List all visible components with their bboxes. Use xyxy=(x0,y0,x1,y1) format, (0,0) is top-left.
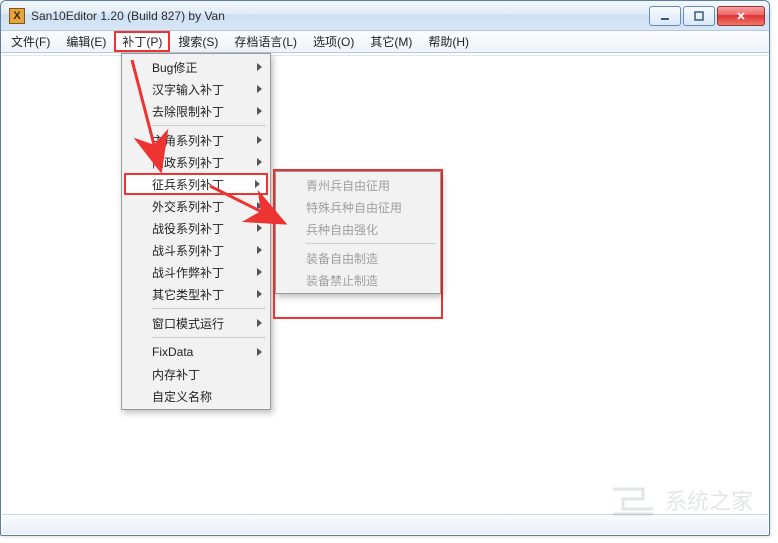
menu-patch[interactable]: 补丁(P) xyxy=(114,31,170,52)
submenu-item: 特殊兵种自由征用 xyxy=(278,196,438,218)
menu-separator xyxy=(306,243,436,244)
menubar: 文件(F) 编辑(E) 补丁(P) 搜索(S) 存档语言(L) 选项(O) 其它… xyxy=(1,31,769,53)
submenu-item: 装备自由制造 xyxy=(278,247,438,269)
statusbar xyxy=(2,514,768,534)
dropdown-item[interactable]: 汉字输入补丁 xyxy=(124,78,268,100)
submenu-arrow-icon xyxy=(257,224,262,232)
submenu-arrow-icon xyxy=(257,319,262,327)
menu-help[interactable]: 帮助(H) xyxy=(420,31,477,52)
window-title: San10Editor 1.20 (Build 827) by Van xyxy=(31,9,647,23)
menu-other[interactable]: 其它(M) xyxy=(362,31,420,52)
submenu-item: 青州兵自由征用 xyxy=(278,174,438,196)
close-button[interactable] xyxy=(717,6,765,26)
submenu-item: 兵种自由强化 xyxy=(278,218,438,240)
menu-separator xyxy=(152,125,266,126)
dropdown-item[interactable]: 内存补丁 xyxy=(124,363,268,385)
submenu-arrow-icon xyxy=(257,268,262,276)
menu-separator xyxy=(152,337,266,338)
submenu-arrow-icon xyxy=(257,246,262,254)
menu-options[interactable]: 选项(O) xyxy=(305,31,362,52)
submenu-arrow-icon xyxy=(255,180,260,188)
menu-file[interactable]: 文件(F) xyxy=(3,31,58,52)
submenu-arrow-icon xyxy=(257,85,262,93)
dropdown-item[interactable]: FixData xyxy=(124,341,268,363)
menu-edit[interactable]: 编辑(E) xyxy=(58,31,114,52)
minimize-button[interactable] xyxy=(649,6,681,26)
submenu-arrow-icon xyxy=(257,348,262,356)
menu-language[interactable]: 存档语言(L) xyxy=(226,31,305,52)
submenu-arrow-icon xyxy=(257,202,262,210)
dropdown-item[interactable]: 战斗系列补丁 xyxy=(124,239,268,261)
submenu-arrow-icon xyxy=(257,136,262,144)
dropdown-item[interactable]: 战役系列补丁 xyxy=(124,217,268,239)
submenu-arrow-icon xyxy=(257,290,262,298)
dropdown-item[interactable]: 内政系列补丁 xyxy=(124,151,268,173)
submenu-arrow-icon xyxy=(257,63,262,71)
app-icon: X xyxy=(9,8,25,24)
dropdown-item[interactable]: 窗口模式运行 xyxy=(124,312,268,334)
recruit-submenu: 青州兵自由征用特殊兵种自由征用兵种自由强化装备自由制造装备禁止制造 xyxy=(275,171,441,294)
dropdown-item[interactable]: 其它类型补丁 xyxy=(124,283,268,305)
dropdown-item[interactable]: 征兵系列补丁 xyxy=(124,173,268,195)
maximize-button[interactable] xyxy=(683,6,715,26)
dropdown-item[interactable]: 主角系列补丁 xyxy=(124,129,268,151)
application-window: X San10Editor 1.20 (Build 827) by Van 文件… xyxy=(0,0,770,536)
menu-search[interactable]: 搜索(S) xyxy=(170,31,226,52)
submenu-arrow-icon xyxy=(257,158,262,166)
menu-separator xyxy=(152,308,266,309)
submenu-arrow-icon xyxy=(257,107,262,115)
submenu-item: 装备禁止制造 xyxy=(278,269,438,291)
dropdown-item[interactable]: Bug修正 xyxy=(124,56,268,78)
dropdown-item[interactable]: 自定义名称 xyxy=(124,385,268,407)
titlebar[interactable]: X San10Editor 1.20 (Build 827) by Van xyxy=(1,1,769,31)
dropdown-item[interactable]: 去除限制补丁 xyxy=(124,100,268,122)
dropdown-item[interactable]: 外交系列补丁 xyxy=(124,195,268,217)
patch-dropdown: Bug修正汉字输入补丁去除限制补丁主角系列补丁内政系列补丁征兵系列补丁外交系列补… xyxy=(121,53,271,410)
submenu-highlight-box: 青州兵自由征用特殊兵种自由征用兵种自由强化装备自由制造装备禁止制造 xyxy=(273,169,443,319)
dropdown-item[interactable]: 战斗作弊补丁 xyxy=(124,261,268,283)
window-controls xyxy=(647,6,765,26)
